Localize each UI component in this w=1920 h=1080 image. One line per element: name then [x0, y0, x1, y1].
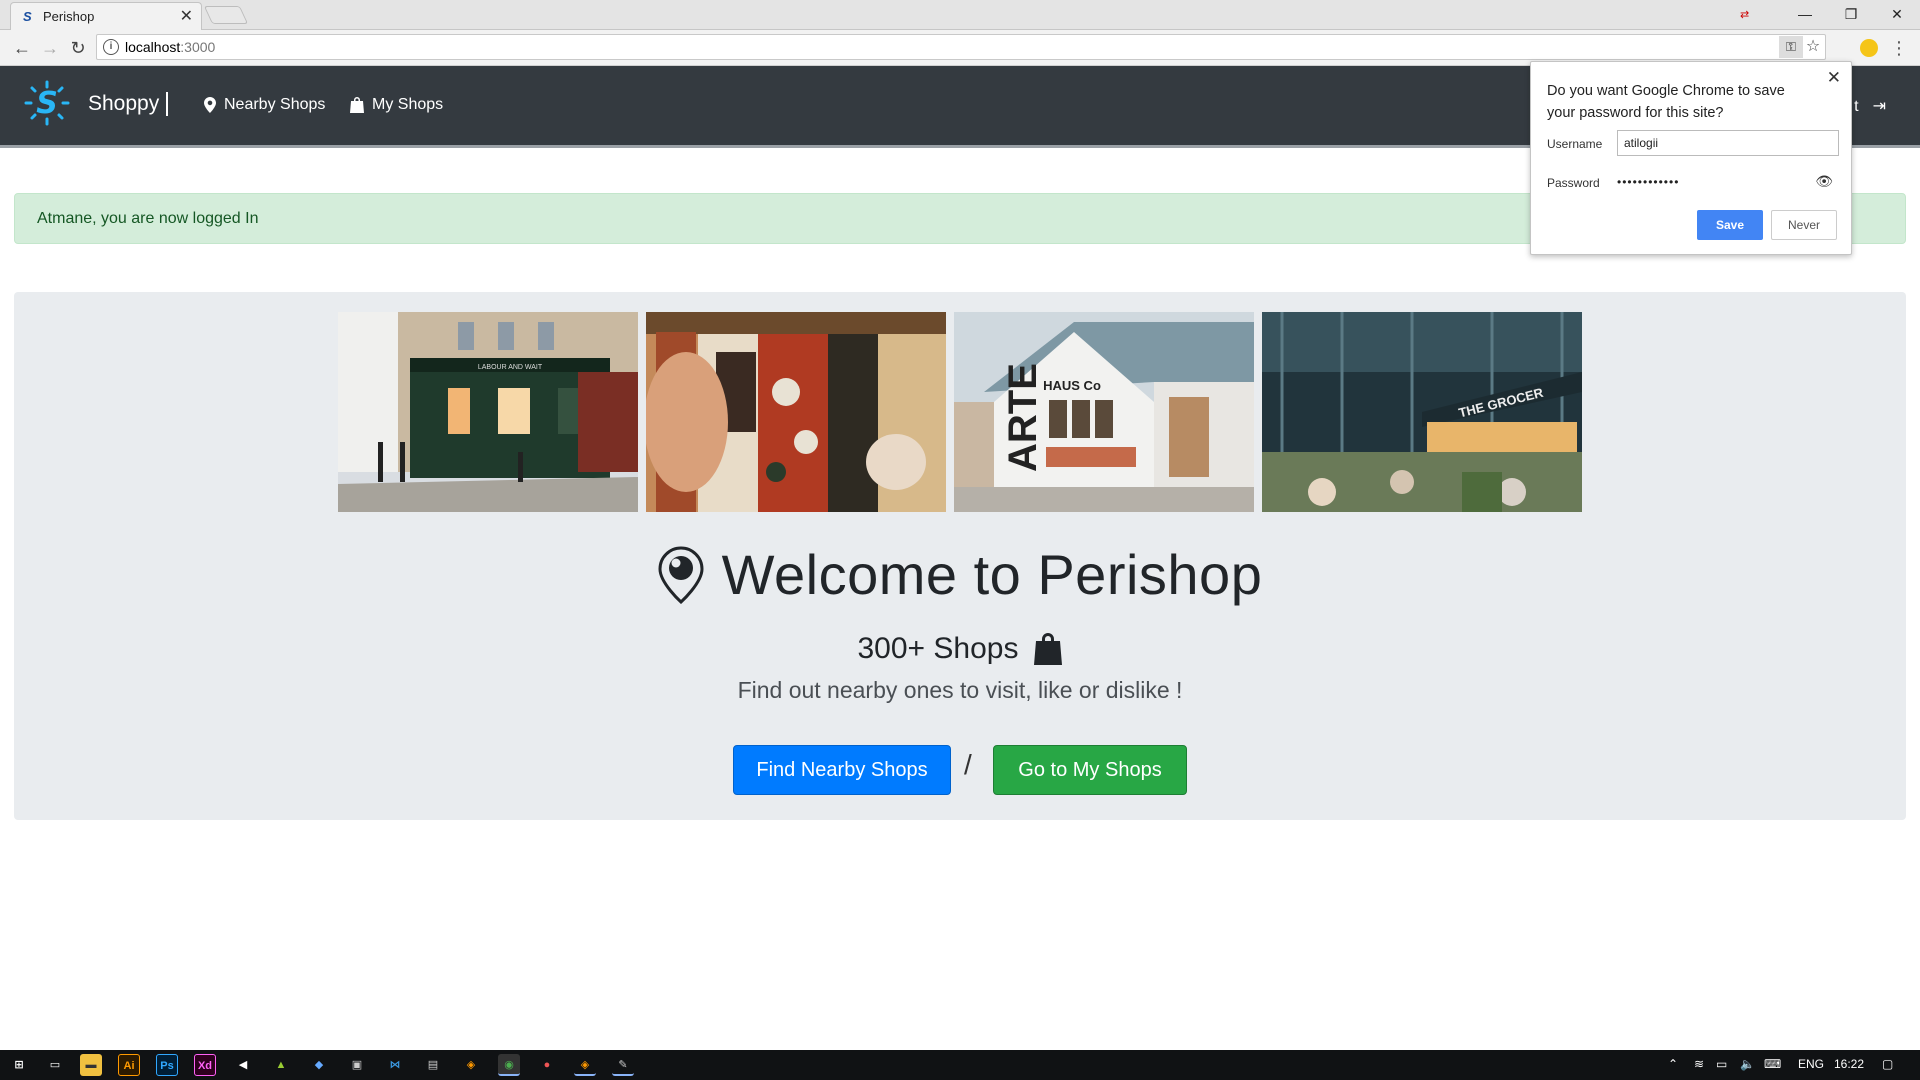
save-password-dialog: Do you want Google Chrome to save your p… — [1530, 61, 1852, 255]
terminal-icon[interactable]: ▤ — [422, 1054, 444, 1076]
password-field[interactable]: •••••••••••• — [1617, 175, 1679, 189]
browser-menu-icon[interactable]: ⋮ — [1890, 36, 1908, 60]
windows-start-icon[interactable]: ⊞ — [8, 1054, 30, 1076]
volume-icon[interactable]: 🔈 — [1740, 1057, 1755, 1071]
media-player-icon[interactable]: ◀ — [232, 1054, 254, 1076]
find-nearby-shops-button[interactable]: Find Nearby Shops — [733, 745, 951, 795]
app-icon[interactable]: ✎ — [612, 1054, 634, 1076]
chrome-icon[interactable]: ◉ — [498, 1054, 520, 1076]
clock[interactable]: 16:22 — [1834, 1057, 1864, 1071]
brand-name[interactable]: Shoppy — [88, 92, 159, 116]
password-key-icon[interactable]: ⚿ — [1779, 36, 1803, 58]
git-tool-icon[interactable]: ◈ — [460, 1054, 482, 1076]
reload-icon[interactable]: ↻ — [66, 36, 90, 60]
site-info-icon[interactable]: i — [103, 39, 119, 55]
shoppy-logo-icon[interactable]: S — [24, 80, 70, 126]
sourcetree-icon[interactable]: ◈ — [574, 1054, 596, 1076]
shop-photo-clothes-rack — [646, 312, 946, 512]
network-app-icon[interactable]: ▣ — [346, 1054, 368, 1076]
shopping-bag-icon — [1034, 633, 1063, 665]
nav-user-partial-text: t — [1854, 98, 1859, 115]
keyboard-icon[interactable]: ⌨ — [1764, 1057, 1781, 1071]
tab-title: Perishop — [43, 9, 95, 24]
box-app-icon[interactable]: ◆ — [308, 1054, 330, 1076]
nav-nearby-shops-label: Nearby Shops — [224, 96, 326, 113]
shop-photo-labour-and-wait: LABOUR AND WAIT — [338, 312, 638, 512]
tab-close-icon[interactable]: ✕ — [180, 6, 193, 26]
map-marker-icon — [204, 97, 216, 113]
minimize-button[interactable]: — — [1782, 0, 1828, 30]
tray-chevron-icon[interactable]: ⌃ — [1668, 1057, 1678, 1071]
go-to-my-shops-button[interactable]: Go to My Shops — [993, 745, 1187, 795]
save-password-question: Do you want Google Chrome to save your p… — [1547, 83, 1785, 121]
file-explorer-icon[interactable]: ▬ — [80, 1054, 102, 1076]
vscode-icon[interactable]: ⋈ — [384, 1054, 406, 1076]
welcome-jumbotron: LABOUR AND WAIT HAUS Co ARTE THE GROCER … — [14, 292, 1906, 820]
restore-button[interactable]: ❐ — [1828, 0, 1874, 30]
photo-label: HAUS Co — [1043, 378, 1101, 393]
nav-nearby-shops[interactable]: Nearby Shops — [204, 96, 325, 114]
password-label: Password — [1547, 176, 1600, 190]
forward-arrow-icon[interactable]: → — [38, 36, 62, 60]
extension-icon[interactable] — [1860, 39, 1878, 57]
browser-tab-bar: S Perishop ✕ ⇄ — ❐ ✕ — [0, 0, 1920, 30]
close-window-button[interactable]: ✕ — [1874, 0, 1920, 30]
shopping-bag-icon — [350, 97, 364, 113]
address-bar[interactable]: i localhost:3000 ⚿ ☆ — [96, 34, 1826, 60]
language-indicator[interactable]: ENG — [1798, 1057, 1824, 1071]
windows-taskbar: ⊞ ▭ ▬ Ai Ps Xd ◀ ▲ ◆ ▣ ⋈ ▤ ◈ ◉ ● ◈ ✎ ⌃ ≋… — [0, 1050, 1920, 1080]
buttons-separator: / — [964, 749, 972, 780]
svg-text:ARTE: ARTE — [1001, 363, 1045, 472]
notifications-icon[interactable]: ▢ — [1882, 1057, 1893, 1071]
url-text: localhost:3000 — [125, 39, 216, 55]
shops-count-heading: 300+ Shops — [14, 632, 1906, 666]
photoshop-icon[interactable]: Ps — [156, 1054, 178, 1076]
shops-count-text: 300+ Shops — [857, 632, 1019, 665]
svg-text:S: S — [36, 86, 58, 121]
never-save-button[interactable]: Never — [1771, 210, 1837, 240]
nav-my-shops[interactable]: My Shops — [350, 96, 443, 114]
android-studio-icon[interactable]: ▲ — [270, 1054, 292, 1076]
postman-icon[interactable]: ● — [536, 1054, 558, 1076]
username-field[interactable]: atilogii — [1617, 130, 1839, 156]
xd-icon[interactable]: Xd — [194, 1054, 216, 1076]
photo-label: LABOUR AND WAIT — [478, 364, 543, 371]
illustrator-icon[interactable]: Ai — [118, 1054, 140, 1076]
brand-divider — [166, 92, 168, 116]
welcome-heading: Welcome to Perishop — [14, 542, 1906, 617]
extension-status-icon[interactable]: ⇄ — [1740, 8, 1749, 21]
wifi-icon[interactable]: ≋ — [1694, 1057, 1704, 1071]
battery-icon[interactable]: ▭ — [1716, 1057, 1727, 1071]
task-view-icon[interactable]: ▭ — [44, 1054, 66, 1076]
close-dialog-icon[interactable]: ✕ — [1827, 68, 1841, 88]
shop-photo-haus-co: HAUS Co ARTE — [954, 312, 1254, 512]
bookmark-star-icon[interactable]: ☆ — [1803, 36, 1823, 58]
username-label: Username — [1547, 137, 1603, 151]
browser-tab-perishop[interactable]: S Perishop ✕ — [10, 2, 202, 30]
shop-photo-the-grocer: THE GROCER — [1262, 312, 1582, 512]
show-password-eye-icon[interactable]: 👁 — [1815, 173, 1833, 190]
nav-my-shops-label: My Shops — [372, 96, 444, 113]
logout-icon[interactable]: t ⇥ — [1854, 96, 1886, 116]
hero-lead-text: Find out nearby ones to visit, like or d… — [737, 677, 1183, 703]
welcome-title: Welcome to Perishop — [721, 543, 1263, 606]
perishop-favicon-icon: S — [23, 9, 32, 24]
periscope-icon — [658, 545, 704, 604]
new-tab-button[interactable] — [203, 6, 249, 24]
back-arrow-icon[interactable]: ← — [10, 36, 34, 60]
save-password-button[interactable]: Save — [1697, 210, 1763, 240]
